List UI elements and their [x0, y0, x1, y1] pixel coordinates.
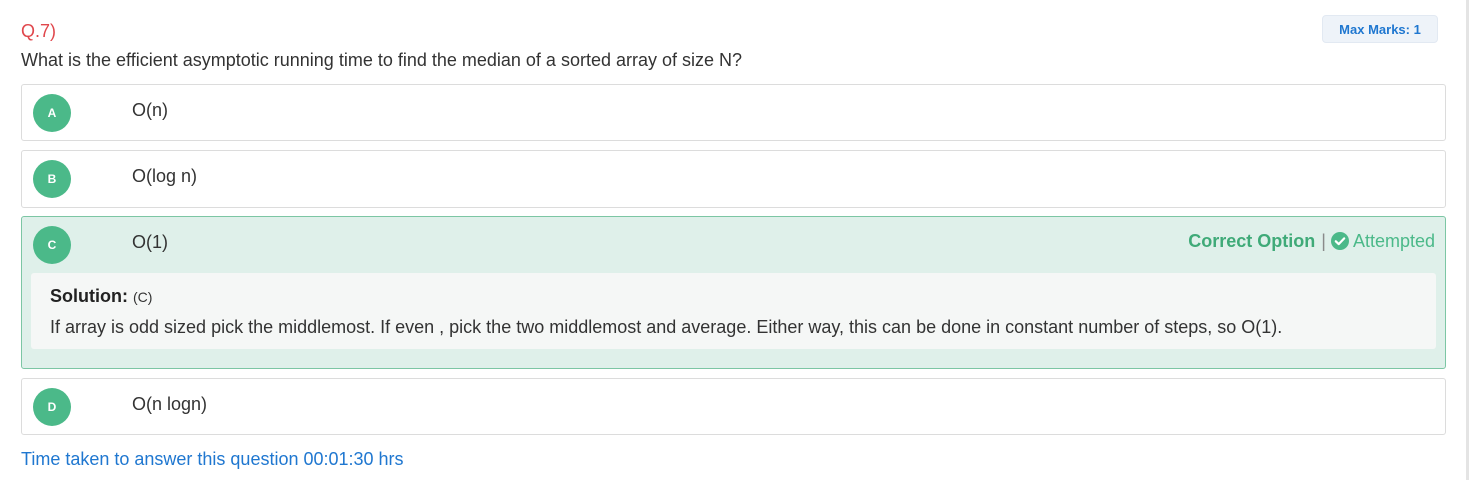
- option-letter-badge: A: [33, 94, 71, 132]
- solution-label: Solution:: [50, 286, 128, 306]
- option-letter-badge: B: [33, 160, 71, 198]
- option-text: O(log n): [132, 166, 198, 186]
- option-d[interactable]: D O(n logn): [21, 378, 1446, 435]
- question-text: What is the efficient asymptotic running…: [21, 50, 743, 70]
- time-taken-text: Time taken to answer this question 00:01…: [21, 449, 404, 469]
- option-text: O(1): [132, 232, 168, 252]
- question-page: Q.7) Max Marks: 1 What is the efficient …: [0, 0, 1469, 480]
- answer-status: Correct Option | Attempted: [1188, 230, 1435, 252]
- option-letter-badge: C: [33, 226, 71, 264]
- status-separator: |: [1321, 231, 1326, 251]
- solution-text: If array is odd sized pick the middlemos…: [50, 317, 1283, 337]
- question-number: Q.7): [21, 21, 57, 41]
- option-text: O(n logn): [132, 394, 208, 414]
- option-c[interactable]: C O(1) Correct Option | Attempted Soluti…: [21, 216, 1446, 369]
- solution-box: Solution: (C) If array is odd sized pick…: [31, 273, 1436, 349]
- max-marks-badge: Max Marks: 1: [1322, 15, 1438, 43]
- check-circle-icon: [1330, 232, 1349, 250]
- option-b[interactable]: B O(log n): [21, 150, 1446, 208]
- solution-heading: Solution: (C): [50, 285, 1417, 308]
- option-a[interactable]: A O(n): [21, 84, 1446, 141]
- solution-answer: (C): [133, 289, 153, 305]
- option-letter-badge: D: [33, 388, 71, 426]
- attempted-label: Attempted: [1352, 231, 1435, 251]
- correct-option-label: Correct Option: [1188, 231, 1316, 251]
- option-text: O(n): [132, 100, 168, 120]
